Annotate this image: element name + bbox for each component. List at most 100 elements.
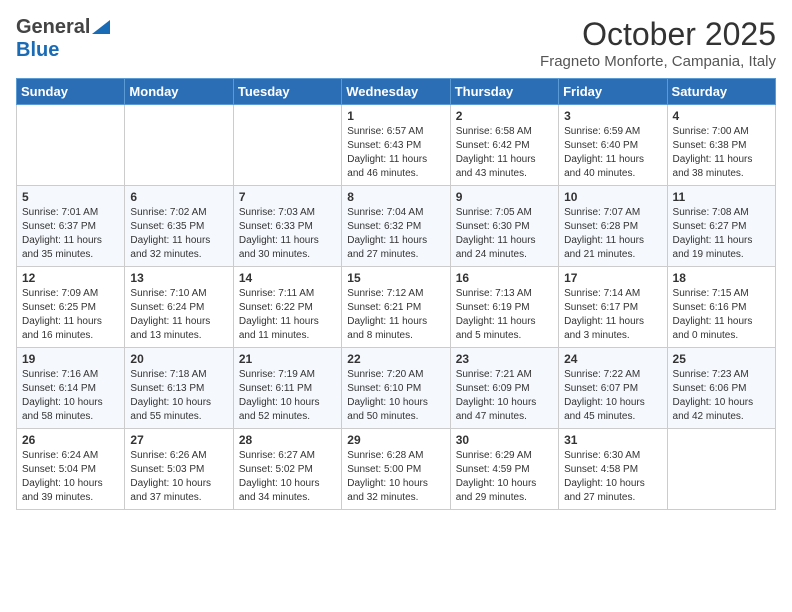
calendar-cell: 4 Sunrise: 7:00 AM Sunset: 6:38 PM Daylig… xyxy=(667,105,775,186)
day-info: Sunrise: 7:03 AM Sunset: 6:33 PM Dayligh… xyxy=(239,206,336,262)
day-info: Sunrise: 7:14 AM Sunset: 6:17 PM Dayligh… xyxy=(564,287,661,343)
calendar-week-2: 5 Sunrise: 7:01 AM Sunset: 6:37 PM Daylig… xyxy=(17,186,776,267)
weekday-header-wednesday: Wednesday xyxy=(342,79,450,105)
calendar-cell: 17 Sunrise: 7:14 AM Sunset: 6:17 PM Dayli… xyxy=(559,267,667,348)
calendar-cell: 1 Sunrise: 6:57 AM Sunset: 6:43 PM Daylig… xyxy=(342,105,450,186)
month-title: October 2025 xyxy=(540,16,776,53)
day-info: Sunrise: 7:20 AM Sunset: 6:10 PM Dayligh… xyxy=(347,368,444,424)
logo-icon xyxy=(92,20,110,34)
calendar-cell: 31 Sunrise: 6:30 AM Sunset: 4:58 PM Dayli… xyxy=(559,429,667,510)
day-info: Sunrise: 7:09 AM Sunset: 6:25 PM Dayligh… xyxy=(22,287,119,343)
calendar-cell xyxy=(667,429,775,510)
title-block: October 2025 Fragneto Monforte, Campania… xyxy=(540,16,776,70)
calendar-cell: 8Sunrise: 7:04 AM Sunset: 6:32 PM Daylig… xyxy=(342,186,450,267)
calendar-cell: 25 Sunrise: 7:23 AM Sunset: 6:06 PM Dayli… xyxy=(667,348,775,429)
day-number: 8 xyxy=(347,190,444,204)
calendar-cell: 13 Sunrise: 7:10 AM Sunset: 6:24 PM Dayli… xyxy=(125,267,233,348)
day-info: Sunrise: 7:13 AM Sunset: 6:19 PM Dayligh… xyxy=(456,287,553,343)
day-number: 6 xyxy=(130,190,227,204)
calendar-cell: 26Sunrise: 6:24 AM Sunset: 5:04 PM Dayli… xyxy=(17,429,125,510)
day-number: 25 xyxy=(673,352,770,366)
calendar-week-3: 12 Sunrise: 7:09 AM Sunset: 6:25 PM Dayli… xyxy=(17,267,776,348)
calendar-cell: 21 Sunrise: 7:19 AM Sunset: 6:11 PM Dayli… xyxy=(233,348,341,429)
day-number: 18 xyxy=(673,271,770,285)
day-number: 12 xyxy=(22,271,119,285)
weekday-header-tuesday: Tuesday xyxy=(233,79,341,105)
logo-general: General xyxy=(16,16,90,39)
day-info: Sunrise: 6:30 AM Sunset: 4:58 PM Dayligh… xyxy=(564,449,661,505)
day-number: 5 xyxy=(22,190,119,204)
day-info: Sunrise: 7:21 AM Sunset: 6:09 PM Dayligh… xyxy=(456,368,553,424)
day-number: 26 xyxy=(22,433,119,447)
day-number: 7 xyxy=(239,190,336,204)
calendar-cell: 7 Sunrise: 7:03 AM Sunset: 6:33 PM Daylig… xyxy=(233,186,341,267)
day-info: Sunrise: 6:57 AM Sunset: 6:43 PM Dayligh… xyxy=(347,125,444,181)
day-number: 20 xyxy=(130,352,227,366)
day-number: 14 xyxy=(239,271,336,285)
calendar-cell: 15 Sunrise: 7:12 AM Sunset: 6:21 PM Dayli… xyxy=(342,267,450,348)
weekday-header-monday: Monday xyxy=(125,79,233,105)
day-number: 31 xyxy=(564,433,661,447)
logo-blue: Blue xyxy=(16,39,59,61)
day-number: 21 xyxy=(239,352,336,366)
day-number: 3 xyxy=(564,109,661,123)
day-info: Sunrise: 6:28 AM Sunset: 5:00 PM Dayligh… xyxy=(347,449,444,505)
calendar-cell: 5 Sunrise: 7:01 AM Sunset: 6:37 PM Daylig… xyxy=(17,186,125,267)
calendar-cell xyxy=(233,105,341,186)
day-number: 17 xyxy=(564,271,661,285)
day-info: Sunrise: 7:12 AM Sunset: 6:21 PM Dayligh… xyxy=(347,287,444,343)
calendar-cell: 29 Sunrise: 6:28 AM Sunset: 5:00 PM Dayli… xyxy=(342,429,450,510)
calendar-cell: 10Sunrise: 7:07 AM Sunset: 6:28 PM Dayli… xyxy=(559,186,667,267)
weekday-header-saturday: Saturday xyxy=(667,79,775,105)
calendar-cell: 3 Sunrise: 6:59 AM Sunset: 6:40 PM Daylig… xyxy=(559,105,667,186)
day-info: Sunrise: 7:11 AM Sunset: 6:22 PM Dayligh… xyxy=(239,287,336,343)
day-info: Sunrise: 7:15 AM Sunset: 6:16 PM Dayligh… xyxy=(673,287,770,343)
day-info: Sunrise: 7:18 AM Sunset: 6:13 PM Dayligh… xyxy=(130,368,227,424)
day-info: Sunrise: 7:10 AM Sunset: 6:24 PM Dayligh… xyxy=(130,287,227,343)
day-info: Sunrise: 7:05 AM Sunset: 6:30 PM Dayligh… xyxy=(456,206,553,262)
weekday-header-row: SundayMondayTuesdayWednesdayThursdayFrid… xyxy=(17,79,776,105)
day-info: Sunrise: 7:01 AM Sunset: 6:37 PM Dayligh… xyxy=(22,206,119,262)
calendar-cell: 14 Sunrise: 7:11 AM Sunset: 6:22 PM Dayli… xyxy=(233,267,341,348)
day-number: 29 xyxy=(347,433,444,447)
day-info: Sunrise: 6:58 AM Sunset: 6:42 PM Dayligh… xyxy=(456,125,553,181)
calendar-cell: 2 Sunrise: 6:58 AM Sunset: 6:42 PM Daylig… xyxy=(450,105,558,186)
weekday-header-friday: Friday xyxy=(559,79,667,105)
calendar-cell: 20 Sunrise: 7:18 AM Sunset: 6:13 PM Dayli… xyxy=(125,348,233,429)
day-number: 9 xyxy=(456,190,553,204)
day-number: 22 xyxy=(347,352,444,366)
day-info: Sunrise: 7:08 AM Sunset: 6:27 PM Dayligh… xyxy=(673,206,770,262)
day-info: Sunrise: 6:29 AM Sunset: 4:59 PM Dayligh… xyxy=(456,449,553,505)
location-title: Fragneto Monforte, Campania, Italy xyxy=(540,53,776,70)
calendar-cell: 12 Sunrise: 7:09 AM Sunset: 6:25 PM Dayli… xyxy=(17,267,125,348)
day-info: Sunrise: 7:22 AM Sunset: 6:07 PM Dayligh… xyxy=(564,368,661,424)
day-number: 16 xyxy=(456,271,553,285)
day-number: 28 xyxy=(239,433,336,447)
calendar-cell xyxy=(125,105,233,186)
day-info: Sunrise: 7:19 AM Sunset: 6:11 PM Dayligh… xyxy=(239,368,336,424)
day-info: Sunrise: 7:16 AM Sunset: 6:14 PM Dayligh… xyxy=(22,368,119,424)
calendar-week-5: 26Sunrise: 6:24 AM Sunset: 5:04 PM Dayli… xyxy=(17,429,776,510)
calendar-cell: 6Sunrise: 7:02 AM Sunset: 6:35 PM Daylig… xyxy=(125,186,233,267)
day-number: 1 xyxy=(347,109,444,123)
calendar-cell: 27Sunrise: 6:26 AM Sunset: 5:03 PM Dayli… xyxy=(125,429,233,510)
calendar-cell: 19Sunrise: 7:16 AM Sunset: 6:14 PM Dayli… xyxy=(17,348,125,429)
calendar-week-4: 19Sunrise: 7:16 AM Sunset: 6:14 PM Dayli… xyxy=(17,348,776,429)
day-info: Sunrise: 6:27 AM Sunset: 5:02 PM Dayligh… xyxy=(239,449,336,505)
day-info: Sunrise: 7:00 AM Sunset: 6:38 PM Dayligh… xyxy=(673,125,770,181)
calendar-table: SundayMondayTuesdayWednesdayThursdayFrid… xyxy=(16,78,776,510)
day-number: 30 xyxy=(456,433,553,447)
calendar-cell: 23Sunrise: 7:21 AM Sunset: 6:09 PM Dayli… xyxy=(450,348,558,429)
calendar-week-1: 1 Sunrise: 6:57 AM Sunset: 6:43 PM Daylig… xyxy=(17,105,776,186)
day-number: 13 xyxy=(130,271,227,285)
day-number: 15 xyxy=(347,271,444,285)
weekday-header-thursday: Thursday xyxy=(450,79,558,105)
calendar-cell: 28 Sunrise: 6:27 AM Sunset: 5:02 PM Dayli… xyxy=(233,429,341,510)
calendar-cell: 11Sunrise: 7:08 AM Sunset: 6:27 PM Dayli… xyxy=(667,186,775,267)
day-info: Sunrise: 6:59 AM Sunset: 6:40 PM Dayligh… xyxy=(564,125,661,181)
day-number: 2 xyxy=(456,109,553,123)
calendar-cell: 18 Sunrise: 7:15 AM Sunset: 6:16 PM Dayli… xyxy=(667,267,775,348)
day-number: 4 xyxy=(673,109,770,123)
day-info: Sunrise: 7:23 AM Sunset: 6:06 PM Dayligh… xyxy=(673,368,770,424)
logo: General Blue xyxy=(16,16,110,62)
